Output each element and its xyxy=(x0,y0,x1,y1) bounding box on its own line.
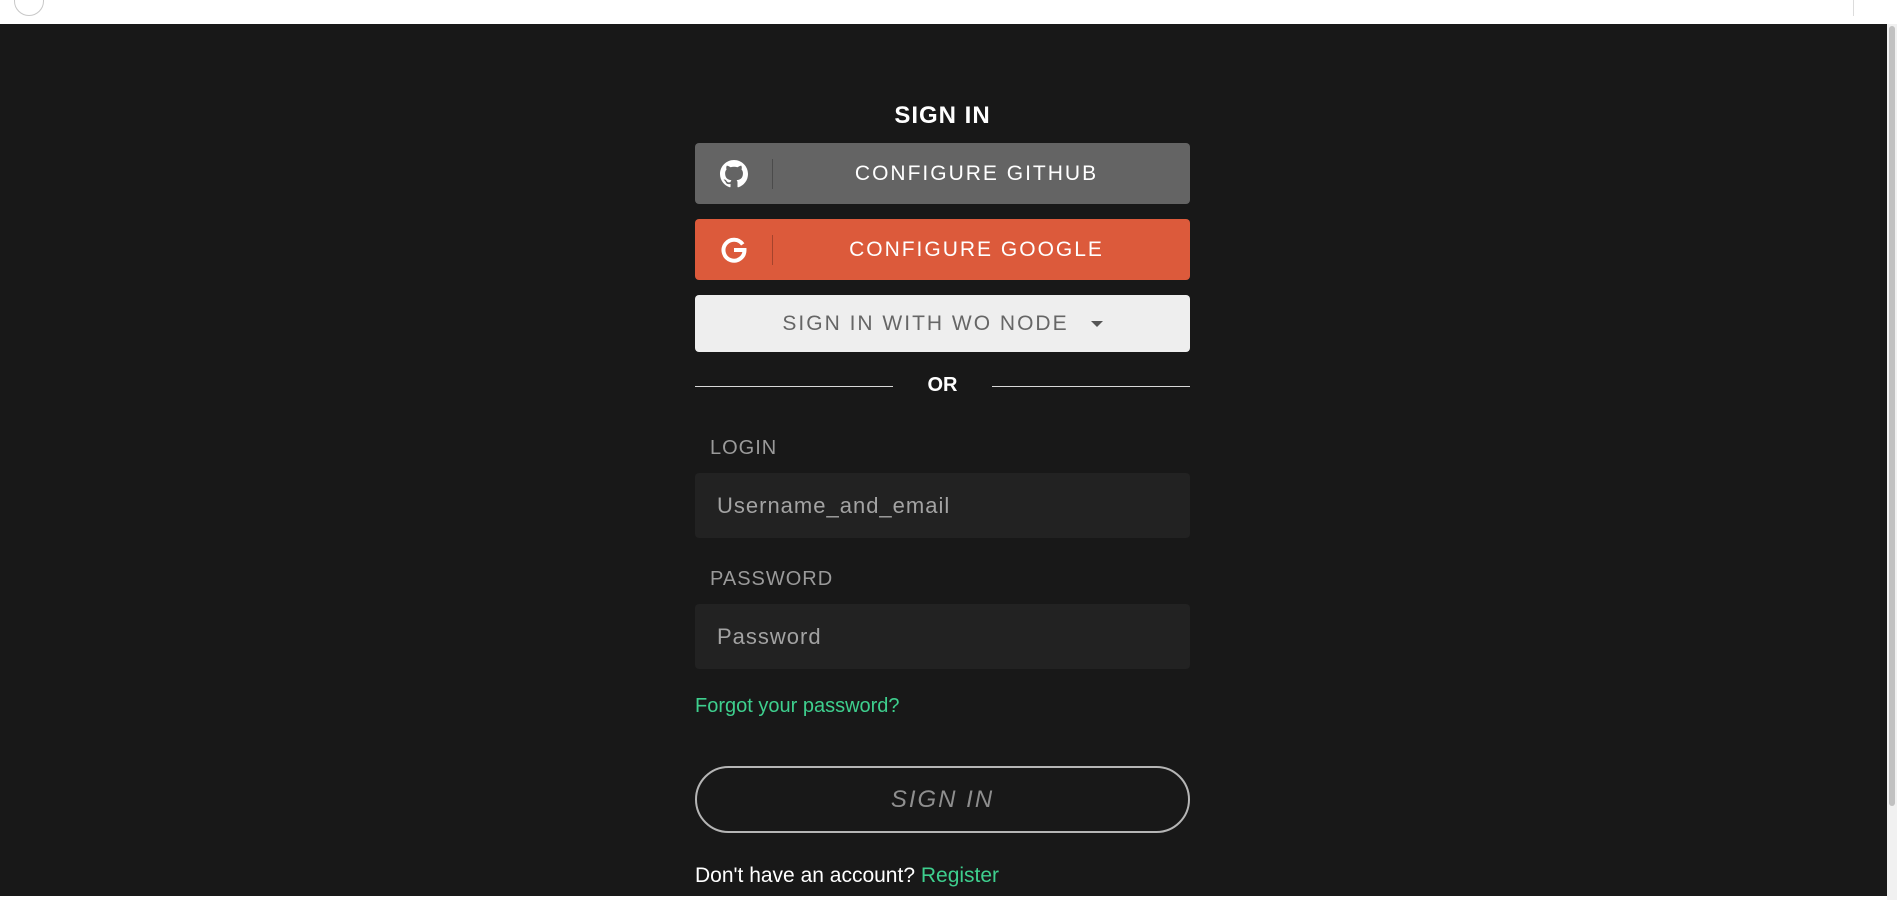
password-input[interactable] xyxy=(695,604,1190,669)
configure-github-button[interactable]: CONFIGURE GITHUB xyxy=(695,143,1190,204)
caret-down-icon xyxy=(1090,320,1103,327)
top-bar-edge xyxy=(1853,0,1854,16)
sign-in-with-node-label: SIGN IN WITH WO NODE xyxy=(782,311,1069,335)
configure-google-label: CONFIGURE GOOGLE xyxy=(849,237,1104,261)
register-prompt: Don't have an account? Register xyxy=(695,864,999,888)
google-icon xyxy=(695,219,772,280)
bottom-edge xyxy=(0,896,1887,900)
scrollbar-thumb[interactable] xyxy=(1889,26,1895,806)
forgot-password-link[interactable]: Forgot your password? xyxy=(695,695,900,718)
github-icon xyxy=(695,143,772,204)
register-prompt-text: Don't have an account? xyxy=(695,864,921,887)
sign-in-button-label: SIGN IN xyxy=(890,785,995,813)
divider-line-right xyxy=(992,386,1190,387)
page-scrollbar[interactable] xyxy=(1887,24,1897,900)
login-input[interactable] xyxy=(695,473,1190,538)
sign-in-button[interactable]: SIGN IN xyxy=(695,766,1190,833)
loading-spinner-icon xyxy=(14,0,44,16)
configure-google-button[interactable]: CONFIGURE GOOGLE xyxy=(695,219,1190,280)
or-divider: OR xyxy=(695,374,1190,398)
signin-page: SIGN IN CONFIGURE GITHUB CONFIGURE GOOGL… xyxy=(0,24,1887,900)
password-label: PASSWORD xyxy=(710,568,834,590)
sign-in-with-node-dropdown[interactable]: SIGN IN WITH WO NODE xyxy=(695,295,1190,352)
page-title: SIGN IN xyxy=(894,102,991,129)
configure-github-label: CONFIGURE GITHUB xyxy=(854,161,1099,185)
browser-top-bar xyxy=(0,0,1897,25)
login-label: LOGIN xyxy=(710,437,778,459)
register-link[interactable]: Register xyxy=(921,864,999,887)
